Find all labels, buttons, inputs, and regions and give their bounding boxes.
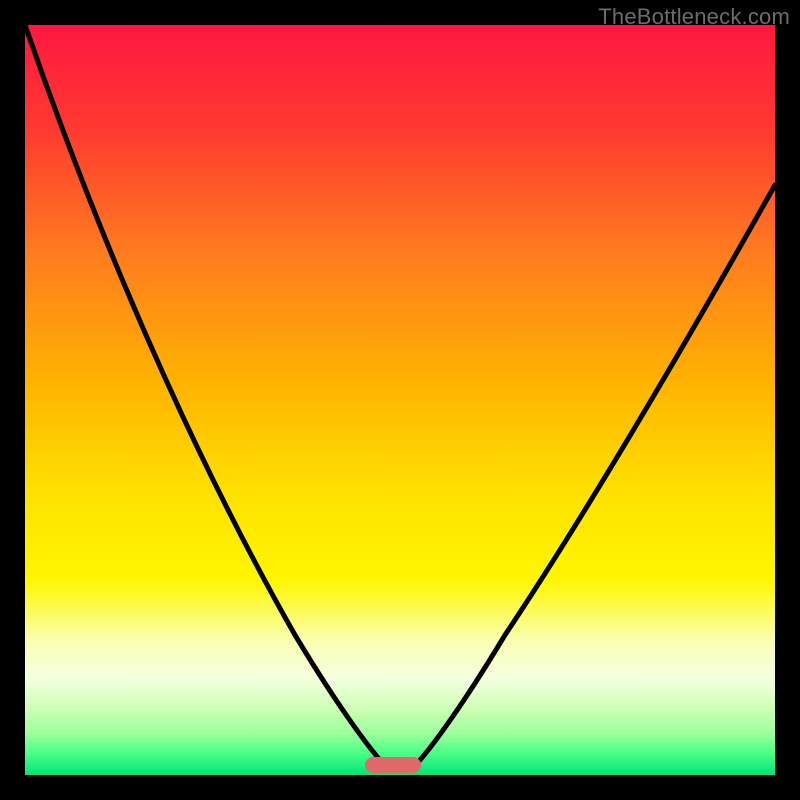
attribution-label: TheBottleneck.com xyxy=(598,4,790,30)
chart-right-curve xyxy=(420,185,775,760)
chart-left-curve xyxy=(25,25,380,760)
chart-plot-area xyxy=(25,25,775,775)
chart-optimum-marker xyxy=(365,757,421,773)
chart-curves-svg xyxy=(25,25,775,775)
chart-stage: { "attribution": "TheBottleneck.com", "p… xyxy=(0,0,800,800)
